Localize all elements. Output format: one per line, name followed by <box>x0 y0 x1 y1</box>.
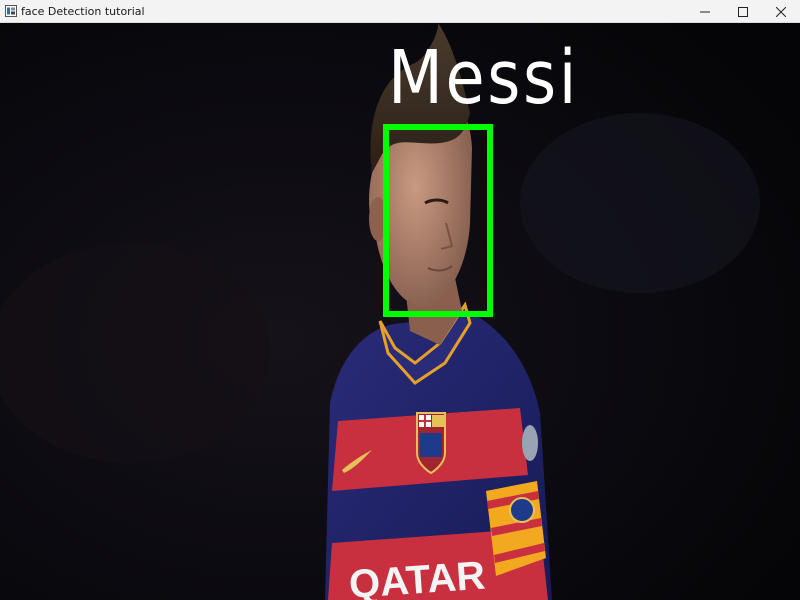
maximize-icon <box>738 6 748 17</box>
background-blur <box>520 113 760 293</box>
club-crest <box>416 412 446 475</box>
image-canvas: QATAR Messi <box>0 23 800 600</box>
maximize-button[interactable] <box>724 0 762 23</box>
sleeve-patch <box>522 425 538 461</box>
app-window: face Detection tutorial QATAR Messi <box>0 0 800 600</box>
minimize-icon <box>700 11 710 12</box>
detection-label: Messi <box>388 35 579 121</box>
minimize-button[interactable] <box>686 0 724 23</box>
close-icon <box>776 6 786 17</box>
opencv-window-icon <box>5 5 17 17</box>
close-button[interactable] <box>762 0 800 23</box>
title-bar[interactable]: face Detection tutorial <box>0 0 800 23</box>
window-title: face Detection tutorial <box>21 5 145 18</box>
background-blur <box>0 243 270 463</box>
